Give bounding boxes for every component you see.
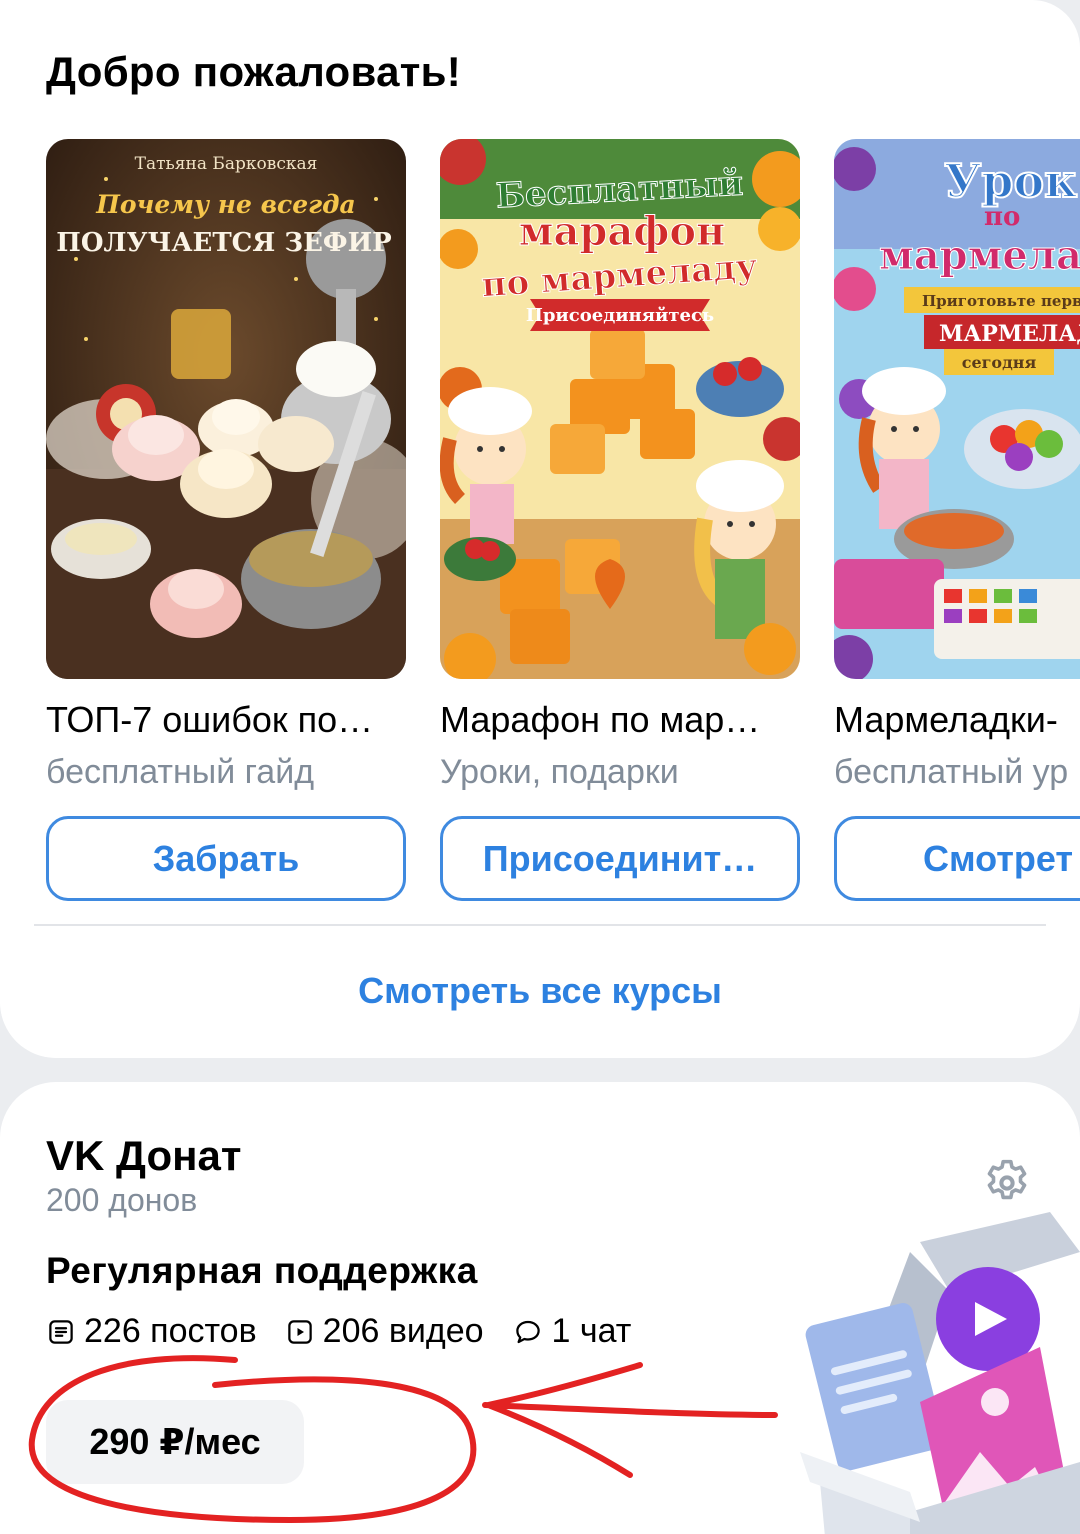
cover-line1: Почему не всегда bbox=[95, 190, 356, 219]
chat-icon bbox=[515, 1320, 540, 1343]
get-course-button[interactable]: Забрать bbox=[46, 816, 406, 901]
cover-ribbon3: сегодня bbox=[962, 353, 1037, 372]
videos-count: 206 видео bbox=[322, 1312, 484, 1350]
course-subtitle: бесплатный ур bbox=[834, 753, 1069, 791]
support-title: Регулярная поддержка bbox=[46, 1250, 478, 1291]
donut-title: VK Донат bbox=[46, 1132, 242, 1179]
stat-chats: 1 чат bbox=[512, 1312, 632, 1351]
stat-posts: 226 постов bbox=[46, 1312, 257, 1351]
divider bbox=[34, 924, 1046, 926]
cover-line3: мармела bbox=[879, 232, 1080, 279]
cover-line2: по bbox=[984, 202, 1020, 232]
course-item-1[interactable]: Татьяна Барковская Почему не всегда ПОЛУ… bbox=[46, 139, 406, 901]
cover-line1: Урок bbox=[944, 154, 1077, 208]
cover-line2: марафон bbox=[519, 208, 726, 255]
course-cover-marathon[interactable]: Бесплатный марафон по мармеладу Присоеди… bbox=[440, 139, 800, 679]
join-course-button[interactable]: Присоединит… bbox=[440, 816, 800, 901]
courses-card: Добро пожаловать! Татьяна Барковская Поч… bbox=[0, 0, 1080, 1058]
course-title: Мармеладки- bbox=[834, 699, 1058, 740]
donut-count: 200 донов bbox=[46, 1182, 198, 1218]
vk-donut-card[interactable]: VK Донат 200 донов Регулярная поддержка … bbox=[0, 1082, 1080, 1534]
cover-ribbon1: Приготовьте перв bbox=[922, 292, 1080, 310]
view-course-button[interactable]: Смотрет bbox=[834, 816, 1080, 901]
posts-icon bbox=[49, 1319, 73, 1344]
course-subtitle: Уроки, подарки bbox=[440, 753, 679, 791]
cover-author: Татьяна Барковская bbox=[135, 154, 318, 174]
course-title: ТОП-7 ошибок по… bbox=[46, 699, 374, 740]
posts-count: 226 постов bbox=[84, 1312, 257, 1350]
course-item-2[interactable]: Бесплатный марафон по мармеладу Присоеди… bbox=[440, 139, 800, 901]
cover-line2: ПОЛУЧАЕТСЯ ЗЕФИР bbox=[56, 228, 391, 258]
gear-icon[interactable] bbox=[980, 1156, 1034, 1210]
course-subtitle: бесплатный гайд bbox=[46, 753, 315, 791]
cover-ribbon2: МАРМЕЛАД bbox=[939, 321, 1080, 347]
course-cover-zefir[interactable]: Татьяна Барковская Почему не всегда ПОЛУ… bbox=[46, 139, 406, 679]
course-cover-lessons[interactable]: Урок по мармела Приготовьте перв МАРМЕЛА… bbox=[834, 139, 1080, 679]
course-title: Марафон по мар… bbox=[440, 699, 761, 740]
video-icon bbox=[287, 1319, 312, 1344]
stat-videos: 206 видео bbox=[285, 1312, 484, 1351]
chats-count: 1 чат bbox=[551, 1312, 632, 1350]
course-item-3[interactable]: Урок по мармела Приготовьте перв МАРМЕЛА… bbox=[834, 139, 1080, 901]
see-all-courses-link[interactable]: Смотреть все курсы bbox=[0, 970, 1080, 1012]
price-button[interactable]: 290 ₽/мес bbox=[46, 1400, 304, 1484]
welcome-title: Добро пожаловать! bbox=[46, 48, 462, 95]
gift-box-icon bbox=[800, 1212, 1080, 1534]
cover-ribbon: Присоединяйтесь bbox=[526, 305, 714, 326]
donut-stats: 226 постов 206 видео 1 чат bbox=[46, 1312, 659, 1351]
